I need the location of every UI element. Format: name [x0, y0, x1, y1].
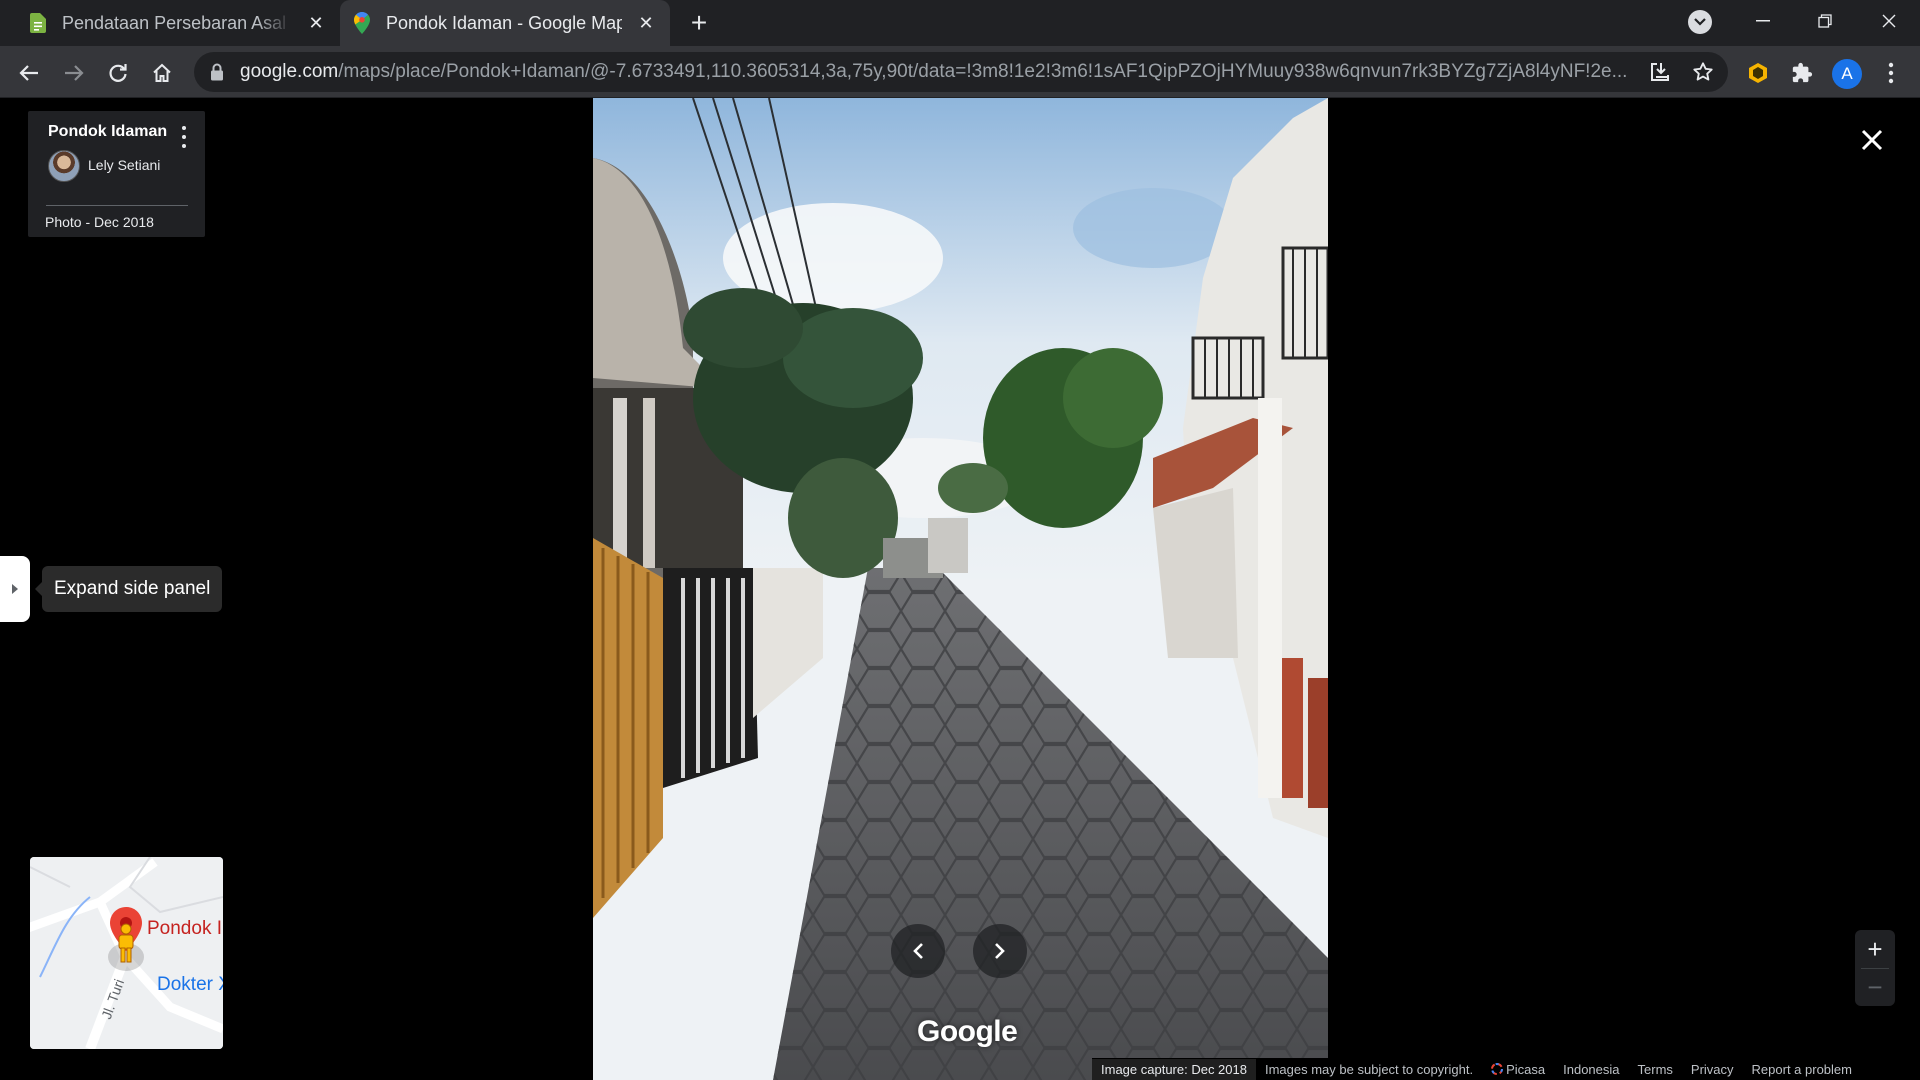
google-watermark: Google	[917, 1015, 1018, 1048]
extension-hexagon-icon[interactable]	[1743, 58, 1773, 88]
close-tab-icon[interactable]: ✕	[302, 9, 330, 37]
profile-avatar[interactable]: A	[1832, 59, 1862, 89]
report-problem-link[interactable]: Report a problem	[1743, 1062, 1861, 1077]
chevron-left-icon	[913, 943, 923, 959]
more-options-icon[interactable]	[174, 124, 194, 150]
restore-icon	[1818, 14, 1832, 28]
zoom-out-button[interactable]: −	[1855, 968, 1895, 1006]
zoom-control: + −	[1855, 930, 1895, 1006]
google-maps-icon	[352, 12, 372, 34]
bookmark-star-icon[interactable]	[1691, 60, 1715, 84]
region-link[interactable]: Indonesia	[1554, 1062, 1628, 1077]
picasa-label: Picasa	[1506, 1061, 1546, 1077]
close-window-button[interactable]	[1858, 0, 1920, 42]
tab-forms[interactable]: Pendataan Persebaran Asal Mahasiswa ✕	[16, 0, 340, 46]
terms-link[interactable]: Terms	[1629, 1062, 1682, 1077]
close-tab-icon[interactable]: ✕	[632, 9, 660, 37]
browser-toolbar: google.com/maps/place/Pondok+Idaman/@-7.…	[0, 46, 1920, 98]
chevron-right-icon	[995, 943, 1005, 959]
forward-button[interactable]	[57, 56, 91, 90]
privacy-link[interactable]: Privacy	[1682, 1062, 1743, 1077]
url-host: google.com	[240, 61, 339, 82]
address-bar[interactable]: google.com/maps/place/Pondok+Idaman/@-7.…	[194, 52, 1728, 92]
close-icon	[1861, 129, 1883, 151]
minimize-icon	[1756, 20, 1770, 22]
close-viewer-button[interactable]	[1852, 120, 1892, 160]
image-capture-date: Image capture: Dec 2018	[1092, 1058, 1256, 1080]
tab-google-maps[interactable]: Pondok Idaman - Google Maps ✕	[340, 0, 670, 46]
browser-menu-icon[interactable]	[1876, 58, 1906, 88]
expand-side-panel-tooltip: Expand side panel	[34, 566, 223, 612]
picasa-link[interactable]: Picasa	[1482, 1062, 1554, 1077]
zoom-in-button[interactable]: +	[1855, 930, 1895, 968]
pegman-icon	[118, 923, 134, 963]
street-photo[interactable]	[593, 98, 1328, 1080]
url-path: /maps/place/Pondok+Idaman/@-7.6733491,11…	[338, 61, 1628, 82]
arrow-right-icon	[65, 65, 84, 81]
browser-tab-strip: Pendataan Persebaran Asal Mahasiswa ✕ Po…	[0, 0, 1920, 46]
viewer-footer: Image capture: Dec 2018 Images may be su…	[1092, 1058, 1861, 1080]
lock-icon[interactable]	[210, 63, 224, 86]
arrow-left-icon	[19, 65, 38, 81]
close-icon	[1882, 14, 1896, 28]
previous-photo-button[interactable]	[891, 924, 945, 978]
street-photo-image	[593, 98, 1328, 1080]
place-label: Pondok I	[147, 918, 222, 939]
expand-side-panel-button[interactable]	[0, 556, 30, 622]
tab-title: Pendataan Persebaran Asal Mahasiswa	[62, 12, 292, 33]
tab-search-button[interactable]	[1688, 10, 1712, 34]
google-forms-icon	[28, 13, 48, 33]
photo-date: Photo - Dec 2018	[45, 214, 154, 230]
place-name[interactable]: Pondok Idaman	[48, 123, 167, 141]
author-name[interactable]: Lely Setiani	[88, 157, 160, 173]
tab-title: Pondok Idaman - Google Maps	[386, 12, 622, 33]
home-button[interactable]	[145, 56, 179, 90]
photo-viewer: Pondok Idaman Lely Setiani Photo - Dec 2…	[0, 98, 1920, 1080]
picasa-icon	[1491, 1063, 1504, 1075]
caret-right-icon	[12, 584, 18, 594]
poi-label: Dokter X	[157, 974, 223, 995]
install-app-icon[interactable]	[1648, 60, 1672, 84]
new-tab-button[interactable]: +	[684, 8, 714, 38]
back-button[interactable]	[12, 56, 46, 90]
next-photo-button[interactable]	[973, 924, 1027, 978]
minimap[interactable]: Jl. Turi Pondok I Dokter X	[30, 857, 223, 1049]
reload-button[interactable]	[101, 56, 135, 90]
minimize-button[interactable]	[1732, 0, 1794, 42]
photo-info-card: Pondok Idaman Lely Setiani Photo - Dec 2…	[28, 111, 205, 237]
reload-icon	[109, 64, 127, 82]
home-icon	[153, 63, 171, 82]
url-text[interactable]: google.com/maps/place/Pondok+Idaman/@-7.…	[240, 61, 1640, 83]
restore-button[interactable]	[1794, 0, 1856, 42]
copyright-notice: Images may be subject to copyright.	[1264, 1061, 1474, 1077]
chevron-down-icon	[1694, 18, 1706, 26]
author-avatar[interactable]	[48, 150, 80, 182]
divider	[46, 205, 188, 206]
extensions-puzzle-icon[interactable]	[1787, 58, 1817, 88]
